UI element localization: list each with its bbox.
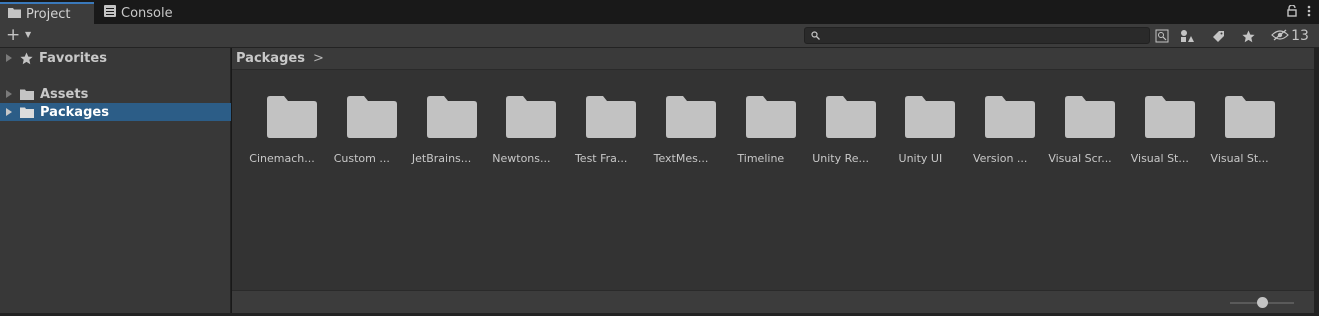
tab-label: Project bbox=[26, 6, 71, 22]
folder-icon bbox=[985, 96, 1036, 138]
search-icon bbox=[811, 31, 820, 40]
folder-label: Newtons... bbox=[492, 152, 551, 165]
tab-project[interactable]: Project bbox=[0, 2, 94, 24]
folder-item[interactable]: JetBrains... bbox=[402, 70, 482, 165]
sidebar-item-label: Favorites bbox=[39, 50, 107, 66]
folder-item[interactable]: Custom ... bbox=[322, 70, 402, 165]
folder-icon bbox=[506, 96, 557, 138]
hidden-count: 13 bbox=[1291, 28, 1309, 44]
sidebar-item-label: Assets bbox=[40, 86, 89, 102]
create-plus-icon[interactable]: + bbox=[6, 25, 20, 45]
folder-item[interactable]: Visual St... bbox=[1120, 70, 1200, 165]
folder-icon bbox=[1224, 96, 1275, 138]
folder-item[interactable]: Timeline bbox=[721, 70, 801, 165]
sidebar-item-assets[interactable]: Assets bbox=[0, 85, 231, 103]
star-icon bbox=[20, 52, 33, 65]
breadcrumb-separator: > bbox=[312, 51, 324, 66]
folder-item[interactable]: Newtons... bbox=[481, 70, 561, 165]
favorite-star-icon[interactable] bbox=[1238, 26, 1258, 46]
expand-arrow-icon[interactable] bbox=[6, 90, 12, 98]
zoom-slider-thumb[interactable] bbox=[1256, 297, 1268, 308]
sidebar-item-packages[interactable]: Packages bbox=[0, 103, 231, 121]
sidebar-item-favorites[interactable]: Favorites bbox=[0, 49, 231, 67]
folder-label: Visual St... bbox=[1130, 152, 1189, 165]
hidden-eye-icon bbox=[1271, 29, 1289, 44]
folder-item[interactable]: Test Fra... bbox=[561, 70, 641, 165]
tab-label: Console bbox=[121, 5, 173, 21]
folder-label: JetBrains... bbox=[411, 152, 472, 165]
folder-label: Version ... bbox=[972, 152, 1028, 165]
folder-item[interactable]: Visual Scr... bbox=[1040, 70, 1120, 165]
sidebar-item-label: Packages bbox=[40, 104, 109, 120]
folder-label: Timeline bbox=[737, 152, 785, 165]
folder-item[interactable]: TextMes... bbox=[641, 70, 721, 165]
tab-bar: Project Console bbox=[0, 0, 1319, 24]
filter-label-icon[interactable] bbox=[1208, 26, 1228, 46]
breadcrumb: Packages > bbox=[232, 48, 1314, 70]
tab-console[interactable]: Console bbox=[96, 2, 214, 24]
panel-edge bbox=[1314, 48, 1319, 316]
folder-label: Test Fra... bbox=[574, 152, 628, 165]
create-dropdown-icon[interactable]: ▼ bbox=[25, 30, 31, 39]
folder-label: Custom ... bbox=[333, 152, 390, 165]
folder-item[interactable]: Unity Re... bbox=[801, 70, 881, 165]
hidden-packages-toggle[interactable]: 13 bbox=[1270, 26, 1310, 46]
folder-item[interactable]: Cinemach... bbox=[242, 70, 322, 165]
folder-icon bbox=[346, 96, 397, 138]
folder-icon bbox=[20, 107, 34, 118]
console-icon bbox=[104, 5, 116, 21]
folder-icon bbox=[20, 89, 34, 100]
folder-label: TextMes... bbox=[653, 152, 709, 165]
folder-label: Unity UI bbox=[898, 152, 943, 165]
filter-by-type-icon[interactable] bbox=[1177, 26, 1197, 46]
more-menu-icon[interactable] bbox=[1307, 5, 1311, 20]
folder-label: Unity Re... bbox=[812, 152, 869, 165]
expand-arrow-icon[interactable] bbox=[6, 108, 12, 116]
folder-item[interactable]: Visual St... bbox=[1200, 70, 1280, 165]
folder-icon bbox=[666, 96, 716, 138]
folder-label: Cinemach... bbox=[249, 152, 315, 165]
search-by-type-icon[interactable] bbox=[1153, 26, 1171, 46]
folder-label: Visual Scr... bbox=[1048, 152, 1112, 165]
search-input[interactable] bbox=[804, 27, 1150, 44]
project-tree: Favorites Assets Packages bbox=[0, 48, 231, 316]
folder-item[interactable]: Version ... bbox=[960, 70, 1040, 165]
asset-browser: Packages > Cinemach... Custom ... JetBrain… bbox=[232, 48, 1314, 316]
folder-item[interactable]: Unity UI bbox=[880, 70, 960, 165]
folder-icon bbox=[267, 96, 317, 138]
folder-icon bbox=[905, 96, 956, 138]
folder-icon bbox=[825, 96, 876, 138]
toolbar: + ▼ 13 bbox=[0, 24, 1319, 48]
folder-icon bbox=[586, 96, 637, 138]
folder-label: Visual St... bbox=[1210, 152, 1269, 165]
folder-icon bbox=[745, 96, 796, 138]
lock-icon[interactable] bbox=[1287, 4, 1297, 20]
folder-icon bbox=[426, 96, 477, 138]
expand-arrow-icon[interactable] bbox=[6, 54, 12, 62]
folder-icon bbox=[1065, 96, 1115, 138]
breadcrumb-item[interactable]: Packages bbox=[236, 51, 305, 66]
folder-icon bbox=[8, 7, 21, 22]
folder-icon bbox=[1144, 96, 1195, 138]
